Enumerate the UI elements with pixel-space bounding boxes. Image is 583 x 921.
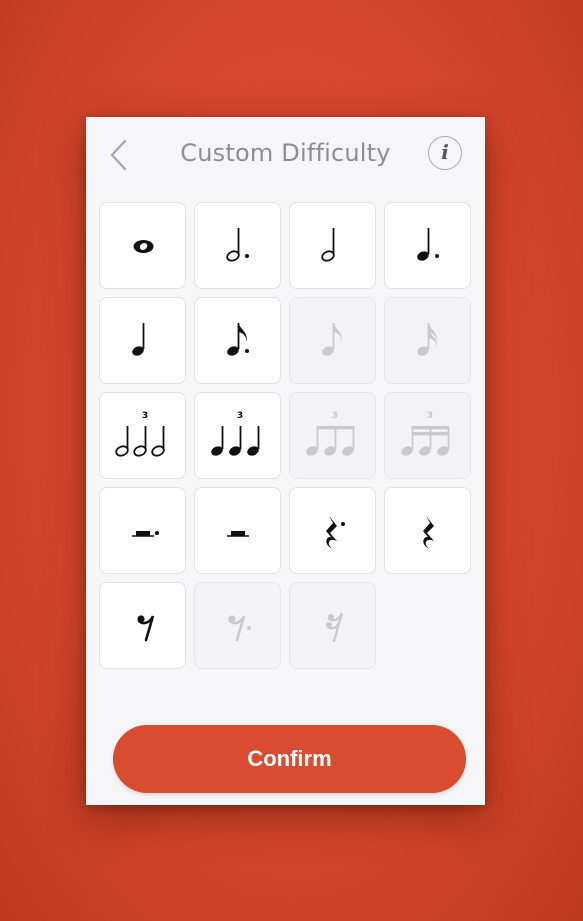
eighth-note-triplet-icon: 3 <box>306 411 355 456</box>
info-button[interactable]: i <box>428 136 462 170</box>
note-tile[interactable] <box>289 487 376 574</box>
half-note-triplet-icon: 3 <box>115 411 165 457</box>
note-tile[interactable] <box>99 487 186 574</box>
note-tile[interactable]: 3 <box>384 392 471 479</box>
note-tile[interactable] <box>289 297 376 384</box>
note-tile[interactable] <box>99 297 186 384</box>
eighth-note-icon <box>322 323 342 356</box>
dotted-quarter-rest-icon <box>326 516 345 549</box>
dotted-quarter-note-icon <box>417 228 439 261</box>
note-value-grid: 3 3 3 3 <box>99 202 473 672</box>
note-tile[interactable] <box>194 297 281 384</box>
dotted-eighth-rest-icon <box>228 615 251 642</box>
note-tile[interactable]: 3 <box>99 392 186 479</box>
note-tile[interactable] <box>384 487 471 574</box>
note-tile[interactable] <box>384 297 471 384</box>
info-icon: i <box>441 140 449 164</box>
custom-difficulty-panel: Custom Difficulty i 3 3 3 3 Confirm <box>86 117 485 805</box>
note-tile[interactable]: 3 <box>194 392 281 479</box>
svg-text:3: 3 <box>142 411 148 421</box>
note-tile[interactable] <box>194 487 281 574</box>
page-title: Custom Difficulty <box>180 139 391 167</box>
note-tile[interactable] <box>289 582 376 669</box>
svg-text:3: 3 <box>427 411 433 421</box>
quarter-note-icon <box>132 323 145 356</box>
svg-text:3: 3 <box>332 411 338 421</box>
quarter-note-triplet-icon: 3 <box>211 411 260 456</box>
note-tile[interactable] <box>194 582 281 669</box>
half-rest-icon <box>227 531 249 537</box>
half-note-icon <box>321 228 335 262</box>
note-tile[interactable]: 3 <box>289 392 376 479</box>
dotted-half-note-icon <box>226 228 249 262</box>
confirm-button[interactable]: Confirm <box>113 725 466 793</box>
note-tile[interactable] <box>289 202 376 289</box>
sixteenth-rest-icon <box>326 612 344 643</box>
svg-text:3: 3 <box>237 411 243 421</box>
sixteenth-note-icon <box>417 323 437 356</box>
header: Custom Difficulty i <box>86 117 485 193</box>
note-tile[interactable] <box>384 202 471 289</box>
sixteenth-note-triplet-icon: 3 <box>401 411 450 456</box>
dotted-half-rest-icon <box>132 531 159 537</box>
note-tile[interactable] <box>194 202 281 289</box>
note-tile[interactable] <box>99 582 186 669</box>
quarter-rest-icon <box>423 516 434 549</box>
dotted-eighth-note-icon <box>227 323 249 356</box>
eighth-rest-icon <box>137 615 155 642</box>
note-tile[interactable] <box>99 202 186 289</box>
whole-note-icon <box>133 240 154 253</box>
